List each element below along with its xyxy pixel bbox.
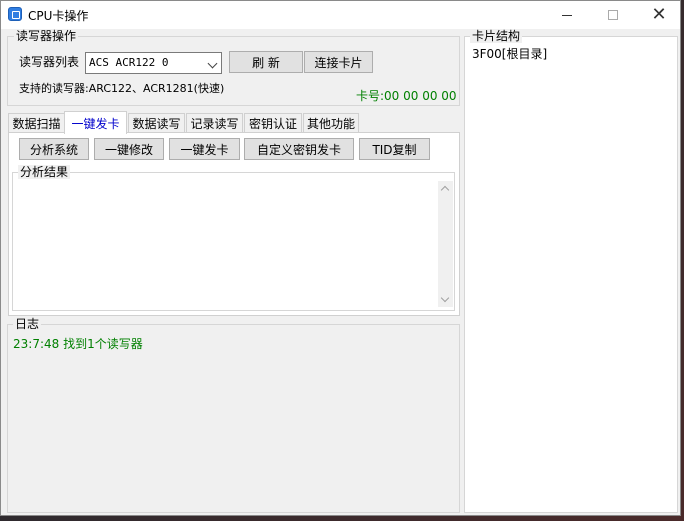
app-icon — [8, 7, 22, 21]
log-group: 日志 23:7:48 找到1个读写器 — [7, 317, 460, 513]
maximize-icon — [608, 10, 618, 20]
card-number: 卡号:00 00 00 00 — [356, 89, 457, 103]
custom-key-issue-button[interactable]: 自定义密钥发卡 — [244, 138, 354, 160]
tab-data-scan[interactable]: 数据扫描 — [8, 113, 65, 133]
log-entry: 23:7:48 找到1个读写器 — [13, 337, 143, 351]
reader-select-value: ACS ACR122 0 — [89, 56, 169, 69]
reader-select[interactable]: ACS ACR122 0 — [85, 52, 222, 74]
tab-data-rw[interactable]: 数据读写 — [128, 113, 185, 133]
tid-copy-button[interactable]: TID复制 — [359, 138, 430, 160]
quick-modify-button[interactable]: 一键修改 — [94, 138, 164, 160]
supported-readers-label: 支持的读写器:ARC122、ACR1281(快速) — [19, 82, 225, 95]
analyze-system-button[interactable]: 分析系统 — [19, 138, 89, 160]
connect-card-button[interactable]: 连接卡片 — [304, 51, 373, 73]
reader-group: 读写器操作 读写器列表 ACS ACR122 0 刷 新 连接卡片 支持的读写器… — [7, 29, 460, 106]
scroll-up-icon[interactable] — [440, 185, 450, 195]
card-structure-group: 卡片结构 3F00[根目录] — [464, 29, 678, 513]
tree-root-item[interactable]: 3F00[根目录] — [472, 45, 547, 62]
chevron-down-icon — [207, 58, 218, 69]
tab-record-rw[interactable]: 记录读写 — [186, 113, 243, 133]
quick-issue-panel: 分析系统 一键修改 一键发卡 自定义密钥发卡 TID复制 分析结果 — [8, 132, 460, 316]
quick-issue-button[interactable]: 一键发卡 — [169, 138, 240, 160]
maximize-button[interactable] — [590, 1, 636, 29]
app-window: CPU卡操作 ✕ 读写器操作 读写器列表 ACS ACR122 0 刷 新 连接… — [0, 0, 681, 516]
close-button[interactable]: ✕ — [636, 1, 682, 29]
tab-other[interactable]: 其他功能 — [303, 113, 359, 133]
window-title: CPU卡操作 — [28, 9, 89, 23]
minimize-button[interactable] — [544, 1, 590, 29]
tab-key-auth[interactable]: 密钥认证 — [244, 113, 302, 133]
tab-quick-issue[interactable]: 一键发卡 — [64, 111, 127, 134]
analysis-scrollbar[interactable] — [438, 181, 453, 307]
reader-list-label: 读写器列表 — [19, 55, 80, 69]
close-icon: ✕ — [651, 4, 667, 25]
reader-group-legend: 读写器操作 — [14, 29, 79, 43]
minimize-icon — [562, 14, 572, 16]
card-structure-legend: 卡片结构 — [470, 29, 523, 43]
log-legend: 日志 — [13, 317, 42, 331]
analysis-legend: 分析结果 — [18, 165, 71, 179]
analysis-group: 分析结果 — [12, 165, 455, 311]
refresh-button[interactable]: 刷 新 — [229, 51, 303, 73]
title-bar[interactable]: CPU卡操作 ✕ — [1, 1, 680, 29]
scroll-down-icon[interactable] — [440, 293, 450, 303]
